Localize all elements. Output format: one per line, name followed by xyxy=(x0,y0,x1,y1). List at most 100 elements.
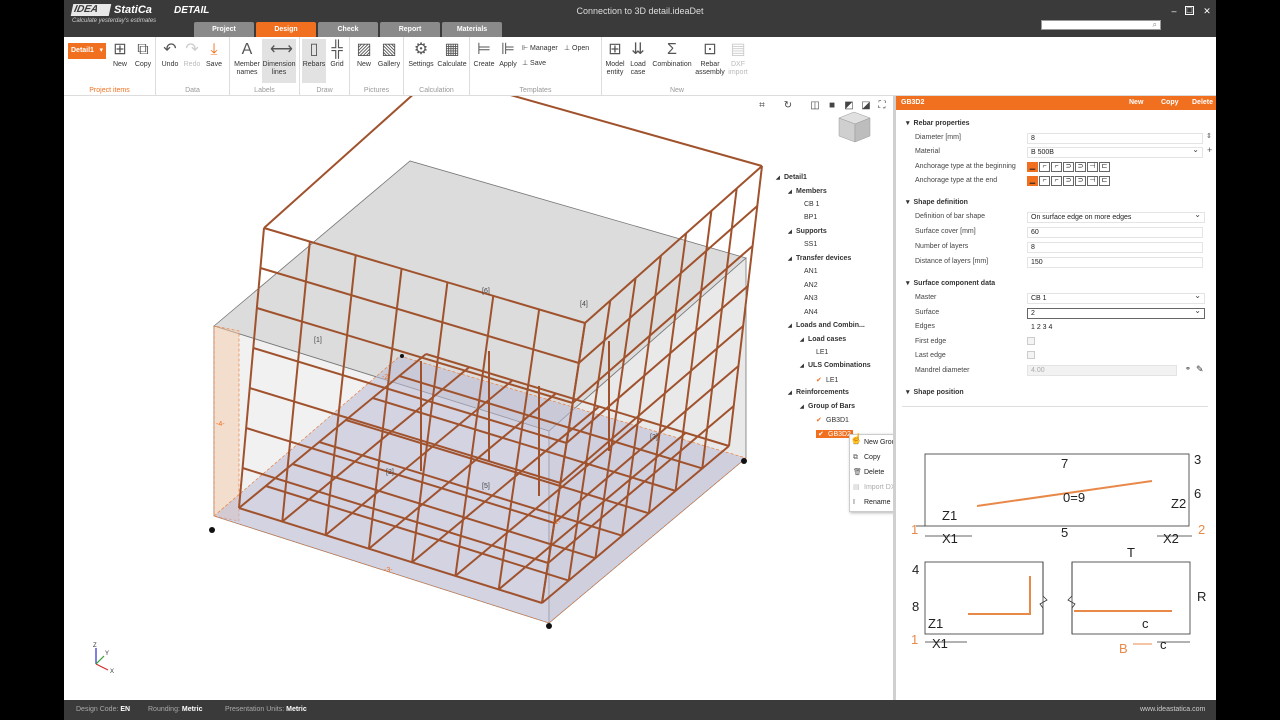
tree-item-an4[interactable]: AN4 xyxy=(804,309,818,316)
open-template-button[interactable]: ⊥ Open xyxy=(564,44,589,52)
tree-node-members[interactable]: ◢ Members xyxy=(788,188,827,195)
dxf-import-button[interactable]: ▤ DXF import xyxy=(726,41,750,77)
save-button[interactable]: ⤓ Save xyxy=(204,41,224,69)
solid-icon[interactable]: ■ xyxy=(826,100,838,112)
project-item-selector[interactable]: Detail1 ▾ xyxy=(68,43,106,59)
anchor-plate-icon[interactable]: ⊣ xyxy=(1087,162,1098,172)
tree-node-load-cases[interactable]: ◢ Load cases xyxy=(800,336,846,343)
last-edge-checkbox[interactable] xyxy=(1027,351,1035,359)
new-item-button[interactable]: ⊞ New xyxy=(110,41,130,69)
combination-button[interactable]: Σ Combination xyxy=(650,41,694,69)
tree-item-uls-le1[interactable]: ✔ LE1 xyxy=(816,376,838,384)
tree-node-uls[interactable]: ◢ ULS Combinations xyxy=(800,362,871,369)
apply-template-button[interactable]: ⊫ Apply xyxy=(496,41,520,69)
fullscreen-icon[interactable]: ⛶ xyxy=(876,100,888,112)
create-template-button[interactable]: ⊨ Create xyxy=(472,41,496,69)
props-copy-button[interactable]: Copy xyxy=(1161,96,1179,110)
tab-check[interactable]: Check xyxy=(318,22,378,37)
view-top-icon[interactable]: ◪ xyxy=(860,100,872,112)
tree-item-an2[interactable]: AN2 xyxy=(804,282,818,289)
close-button[interactable]: ✕ xyxy=(1202,6,1212,16)
new-picture-button[interactable]: ▨ New xyxy=(353,41,375,69)
minimize-button[interactable]: – xyxy=(1169,6,1179,16)
layers-field[interactable]: 8 xyxy=(1027,242,1203,253)
tree-item-cb1[interactable]: CB 1 xyxy=(804,201,820,208)
edit-pencil-icon[interactable]: ✎ xyxy=(1196,364,1204,375)
mandrel-field[interactable]: 4.00 xyxy=(1027,365,1177,376)
tree-item-gb3d2[interactable]: ✔ GB3D2 xyxy=(816,430,853,438)
tab-design[interactable]: Design xyxy=(256,22,316,37)
anchor-hook-icon[interactable]: ⌐ xyxy=(1039,176,1050,186)
model-entity-button[interactable]: ⊞ Model entity xyxy=(604,41,626,77)
surface-select[interactable]: 2 xyxy=(1027,306,1205,319)
tab-materials[interactable]: Materials xyxy=(442,22,502,37)
view-cube[interactable] xyxy=(838,111,871,143)
tree-node-transfer[interactable]: ◢ Transfer devices xyxy=(788,255,851,262)
tree-item-an3[interactable]: AN3 xyxy=(804,295,818,302)
3d-viewport[interactable]: [1] [2] [3] [4] [5] [6] -4- -3- -1- -2- xyxy=(64,96,927,700)
maximize-button[interactable]: □ xyxy=(1185,6,1194,15)
save-template-button[interactable]: ⊥ Save xyxy=(522,59,546,67)
gallery-button[interactable]: ▧ Gallery xyxy=(376,41,402,69)
member-names-button[interactable]: A Member names xyxy=(232,41,262,77)
spinner-icon[interactable]: ⇕ xyxy=(1206,132,1212,140)
copy-item-button[interactable]: ⧉ Copy xyxy=(132,41,154,69)
section-surface-component[interactable]: Surface component data xyxy=(906,279,996,287)
dimension-lines-button[interactable]: ⟷ Dimension lines xyxy=(262,39,296,83)
wireframe-icon[interactable]: ◫ xyxy=(809,100,821,112)
settings-button[interactable]: ⚙ Settings xyxy=(406,41,436,69)
props-new-button[interactable]: New xyxy=(1129,96,1143,110)
tree-item-ss1[interactable]: SS1 xyxy=(804,241,817,248)
redo-button[interactable]: ↷ Redo xyxy=(182,41,202,69)
props-delete-button[interactable]: Delete xyxy=(1192,96,1213,110)
tree-item-bp1[interactable]: BP1 xyxy=(804,214,817,221)
tree-node-detail[interactable]: ◢ Detail1 xyxy=(776,174,807,181)
anchorage-end-picker[interactable]: ▁ ⌐ ⌐ ⊃ ⊃ ⊣ ⊏ xyxy=(1027,176,1119,186)
edges-field[interactable]: 1 2 3 4 xyxy=(1027,322,1203,333)
anchor-straight-icon[interactable]: ▁ xyxy=(1027,176,1038,186)
grid-toggle[interactable]: ╬ Grid xyxy=(327,41,347,69)
tree-node-reinforcements[interactable]: ◢ Reinforcements xyxy=(788,389,849,396)
anchor-plate-icon[interactable]: ⊣ xyxy=(1087,176,1098,186)
template-manager-button[interactable]: ⊩ Manager xyxy=(522,44,558,52)
load-case-button[interactable]: ⇊ Load case xyxy=(627,41,649,77)
search-input[interactable]: ⌕ xyxy=(1041,20,1161,30)
tab-report[interactable]: Report xyxy=(380,22,440,37)
rebar-assembly-button[interactable]: ⊡ Rebar assembly xyxy=(694,41,726,77)
anchor-hook-icon[interactable]: ⌐ xyxy=(1051,162,1062,172)
link-icon[interactable]: ⚭ xyxy=(1185,365,1191,373)
tab-project[interactable]: Project xyxy=(194,22,254,37)
anchor-hook-icon[interactable]: ⌐ xyxy=(1039,162,1050,172)
anchor-hook-icon[interactable]: ⌐ xyxy=(1051,176,1062,186)
tree-node-supports[interactable]: ◢ Supports xyxy=(788,228,827,235)
anchor-plate-icon[interactable]: ⊏ xyxy=(1099,176,1110,186)
anchor-loop-icon[interactable]: ⊃ xyxy=(1075,162,1086,172)
section-shape-definition[interactable]: Shape definition xyxy=(906,198,968,206)
anchor-loop-icon[interactable]: ⊃ xyxy=(1075,176,1086,186)
material-select[interactable]: B 500B xyxy=(1027,145,1203,158)
tree-node-loads[interactable]: ◢ Loads and Combin... xyxy=(788,322,865,329)
rotate-icon[interactable]: ↻ xyxy=(782,100,794,112)
first-edge-checkbox[interactable] xyxy=(1027,337,1035,345)
tree-node-group-of-bars[interactable]: ◢ Group of Bars xyxy=(800,403,855,410)
rebars-toggle[interactable]: ▯ Rebars xyxy=(302,39,326,83)
anchor-loop-icon[interactable]: ⊃ xyxy=(1063,162,1074,172)
tree-item-gb3d1[interactable]: ✔ GB3D1 xyxy=(816,416,849,424)
section-rebar-properties[interactable]: Rebar properties xyxy=(906,119,970,127)
diameter-field[interactable]: 8 xyxy=(1027,133,1203,144)
tree-item-an1[interactable]: AN1 xyxy=(804,268,818,275)
tree-item-le1[interactable]: LE1 xyxy=(816,349,828,356)
calculate-button[interactable]: ▦ Calculate xyxy=(436,41,468,69)
master-select[interactable]: CB 1 xyxy=(1027,291,1205,304)
section-shape-position[interactable]: Shape position xyxy=(906,388,964,396)
website-link[interactable]: www.ideastatica.com xyxy=(1140,700,1205,720)
view-iso-icon[interactable]: ◩ xyxy=(843,100,855,112)
crop-icon[interactable]: ⌗ xyxy=(756,100,768,112)
anchorage-begin-picker[interactable]: ▁ ⌐ ⌐ ⊃ ⊃ ⊣ ⊏ xyxy=(1027,162,1119,172)
undo-button[interactable]: ↶ Undo xyxy=(160,41,180,69)
anchor-loop-icon[interactable]: ⊃ xyxy=(1063,176,1074,186)
anchor-plate-icon[interactable]: ⊏ xyxy=(1099,162,1110,172)
add-material-icon[interactable]: + xyxy=(1207,145,1212,155)
bar-shape-select[interactable]: On surface edge on more edges xyxy=(1027,210,1205,223)
cover-field[interactable]: 60 xyxy=(1027,227,1203,238)
